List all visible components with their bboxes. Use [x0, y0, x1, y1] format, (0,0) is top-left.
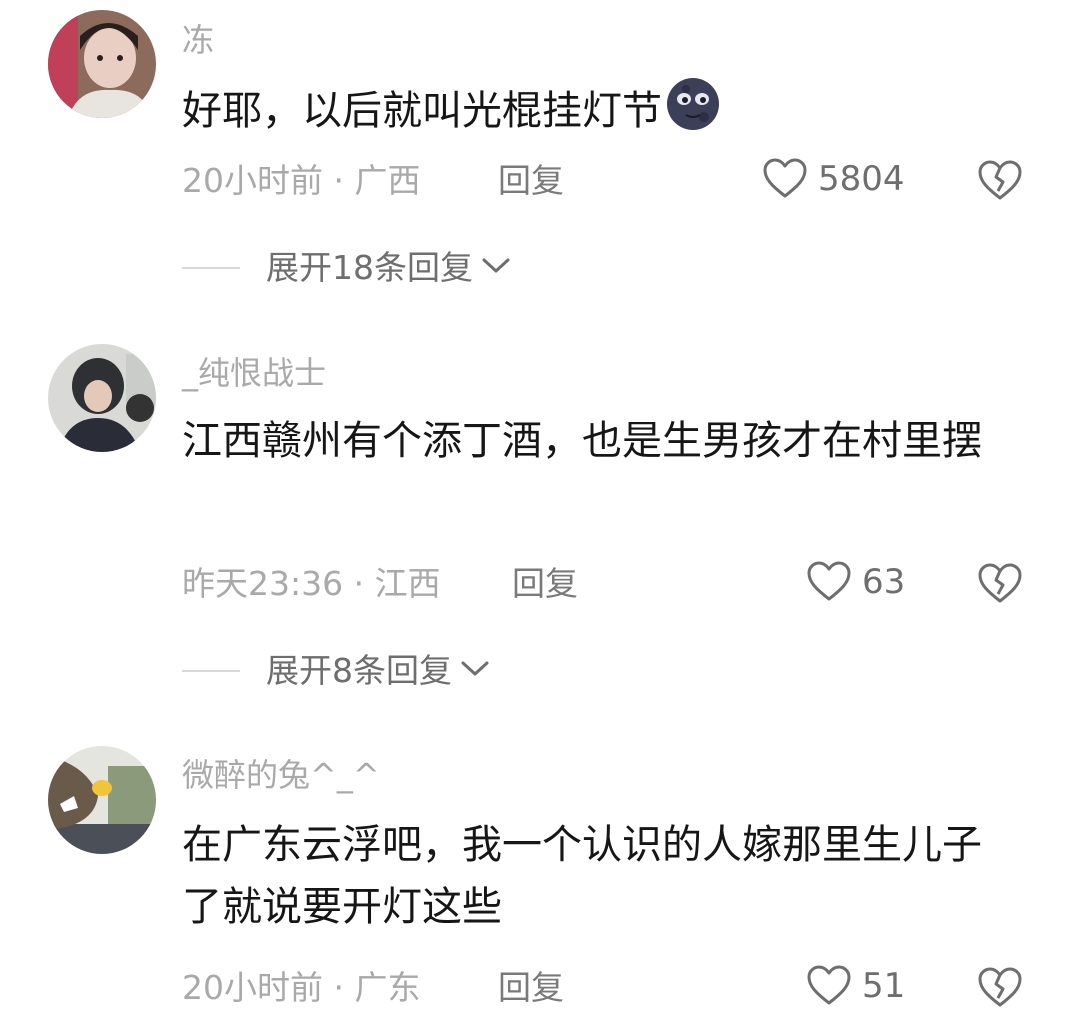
like-count: 63 [862, 562, 906, 602]
username[interactable]: 微醉的兔^_^ [182, 755, 380, 795]
dislike-button[interactable] [977, 965, 1023, 1015]
heart-icon [762, 156, 808, 202]
reply-button[interactable]: 回复 [498, 966, 564, 1010]
username[interactable]: _纯恨战士 [182, 353, 326, 393]
broken-heart-icon [977, 967, 1023, 1015]
like-count: 51 [862, 966, 906, 1006]
comment-text: 在广东云浮吧，我一个认识的人嫁那里生儿子了就说要开灯这些 [182, 822, 982, 930]
comment-item: _纯恨战士 江西赣州有个添丁酒，也是生男孩才在村里摆 昨天23:36 · 江西 … [0, 330, 1079, 730]
chevron-down-icon [481, 256, 511, 280]
expand-replies-button[interactable]: 展开8条回复 [182, 649, 490, 693]
heart-icon [806, 559, 852, 605]
time-location: 20小时前 · 广西 [182, 161, 421, 200]
broken-heart-icon [977, 563, 1023, 611]
comment-item: 冻 好耶，以后就叫光棍挂灯节 20小时前 · 广西 回复 5804 展开18条回… [0, 0, 1079, 330]
expand-replies-label: 展开8条回复 [266, 651, 452, 690]
divider-line [182, 267, 240, 269]
comment-item: 微醉的兔^_^ 在广东云浮吧，我一个认识的人嫁那里生儿子了就说要开灯这些 20小… [0, 730, 1079, 1022]
heart-icon [806, 963, 852, 1009]
comment-text: 江西赣州有个添丁酒，也是生男孩才在村里摆 [182, 418, 982, 464]
dislike-button[interactable] [977, 158, 1023, 208]
like-button[interactable]: 63 [806, 559, 905, 605]
like-button[interactable]: 5804 [762, 156, 905, 202]
time-location: 20小时前 · 广东 [182, 968, 421, 1007]
comment-text: 好耶，以后就叫光棍挂灯节 [182, 77, 1012, 149]
username[interactable]: 冻 [182, 20, 214, 60]
time-location: 昨天23:36 · 江西 [182, 564, 441, 603]
expand-replies-button[interactable]: 展开18条回复 [182, 246, 511, 290]
chevron-down-icon [460, 659, 490, 683]
reply-button[interactable]: 回复 [512, 562, 578, 606]
dislike-button[interactable] [977, 561, 1023, 611]
like-count: 5804 [818, 159, 905, 199]
divider-line [182, 670, 240, 672]
avatar[interactable] [48, 10, 156, 118]
new-moon-face-emoji [666, 77, 720, 149]
broken-heart-icon [977, 160, 1023, 208]
expand-replies-label: 展开18条回复 [266, 248, 473, 287]
like-button[interactable]: 51 [806, 963, 905, 1009]
reply-button[interactable]: 回复 [498, 159, 564, 203]
avatar[interactable] [48, 746, 156, 854]
avatar[interactable] [48, 344, 156, 452]
comment-text-content: 好耶，以后就叫光棍挂灯节 [182, 88, 662, 134]
